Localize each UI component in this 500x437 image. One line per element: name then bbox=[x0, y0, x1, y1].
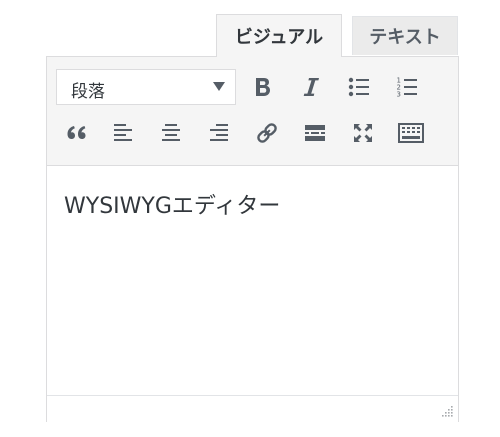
blockquote-icon bbox=[67, 126, 86, 139]
italic-icon bbox=[303, 78, 319, 96]
editor-toolbar: 段落 1 2 3 bbox=[47, 57, 458, 166]
editor-frame: 段落 1 2 3 WYSIWYGエディター bbox=[46, 56, 459, 422]
align-left-icon bbox=[114, 124, 132, 141]
bullet-list-button[interactable] bbox=[341, 69, 377, 105]
svg-text:3: 3 bbox=[397, 91, 401, 99]
blockquote-button[interactable] bbox=[58, 115, 94, 151]
wysiwyg-editor: ビジュアル テキスト 段落 1 2 3 WYSIWYGエディター bbox=[0, 0, 500, 437]
tab-text-label: テキスト bbox=[369, 27, 441, 48]
italic-button[interactable] bbox=[293, 69, 329, 105]
numbered-list-icon: 1 2 3 bbox=[397, 77, 417, 99]
link-icon bbox=[257, 123, 277, 143]
align-center-icon bbox=[162, 124, 180, 141]
resize-handle-icon[interactable] bbox=[440, 404, 454, 418]
align-center-button[interactable] bbox=[153, 115, 189, 151]
align-left-button[interactable] bbox=[105, 115, 141, 151]
numbered-list-button[interactable]: 1 2 3 bbox=[389, 69, 425, 105]
format-select-value: 段落 bbox=[71, 82, 105, 102]
tab-visual-label: ビジュアル bbox=[234, 27, 324, 48]
tab-text[interactable]: テキスト bbox=[352, 16, 458, 55]
editor-content-area[interactable]: WYSIWYGエディター bbox=[47, 166, 458, 394]
format-select[interactable]: 段落 bbox=[56, 69, 236, 105]
dropdown-arrow-icon bbox=[213, 82, 225, 91]
insert-link-button[interactable] bbox=[249, 115, 285, 151]
tab-visual[interactable]: ビジュアル bbox=[216, 14, 342, 57]
editor-content-text: WYSIWYGエディター bbox=[64, 194, 281, 219]
read-more-button[interactable] bbox=[297, 115, 333, 151]
align-right-button[interactable] bbox=[201, 115, 237, 151]
bold-button[interactable] bbox=[245, 69, 281, 105]
editor-statusbar bbox=[47, 395, 458, 422]
fullscreen-button[interactable] bbox=[345, 115, 381, 151]
bullet-list-icon bbox=[348, 77, 369, 97]
keyboard-icon bbox=[398, 123, 424, 143]
bold-icon bbox=[256, 78, 270, 96]
align-right-icon bbox=[210, 124, 228, 141]
fullscreen-icon bbox=[354, 124, 372, 142]
toolbar-toggle-button[interactable] bbox=[393, 115, 429, 151]
read-more-icon bbox=[305, 125, 325, 141]
